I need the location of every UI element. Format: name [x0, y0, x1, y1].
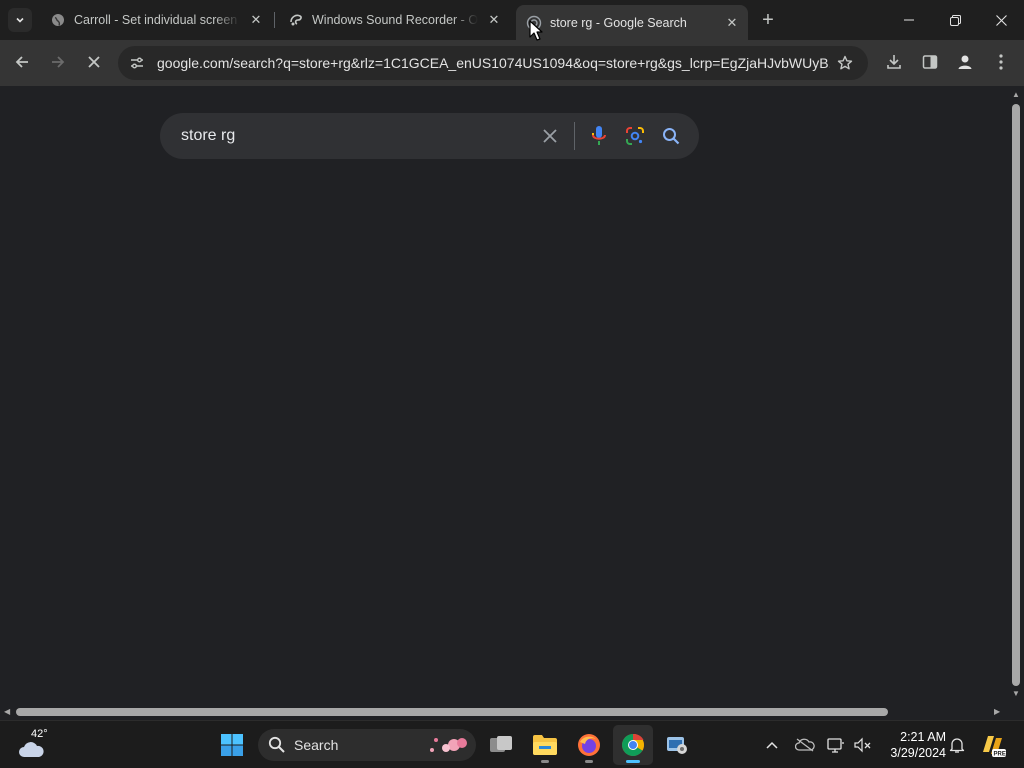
clock-time: 2:21 AM: [900, 730, 946, 744]
mouse-cursor-icon: [529, 20, 543, 41]
browser-toolbar: google.com/search?q=store+rg&rlz=1C1GCEA…: [0, 40, 1024, 86]
running-indicator: [585, 760, 593, 763]
file-explorer-icon[interactable]: [525, 725, 565, 765]
windows-start-icon[interactable]: [212, 725, 252, 765]
microphone-icon[interactable]: [581, 118, 617, 154]
profile-icon[interactable]: [950, 47, 980, 77]
taskbar-search-label: Search: [294, 737, 339, 753]
download-icon[interactable]: [879, 47, 909, 77]
close-icon[interactable]: ✕: [484, 10, 504, 30]
chevron-up-icon[interactable]: [760, 733, 784, 757]
tab-strip: Carroll - Set individual screen re ✕ Win…: [0, 0, 1024, 40]
plus-icon[interactable]: +: [756, 9, 780, 31]
horizontal-scrollbar[interactable]: ◀ ▶: [0, 704, 1008, 720]
horizontal-scroll-thumb[interactable]: [16, 708, 888, 716]
running-indicator: [541, 760, 549, 763]
tab-sound-recorder[interactable]: Windows Sound Recorder - Offi ✕: [278, 5, 510, 35]
search-magnifier-icon[interactable]: [653, 118, 689, 154]
bookmark-star-icon[interactable]: [830, 48, 860, 78]
weather-temperature: 42°: [31, 728, 48, 740]
more-menu-icon[interactable]: [986, 47, 1016, 77]
stop-loading-icon[interactable]: [79, 47, 109, 77]
svg-text:PRE: PRE: [994, 752, 1006, 758]
display-icon[interactable]: [824, 733, 848, 757]
page-content: store rg: [0, 86, 1008, 704]
speaker-muted-icon[interactable]: [851, 733, 875, 757]
taskbar-search[interactable]: Search: [258, 729, 476, 761]
tab-search-icon[interactable]: [8, 8, 32, 32]
active-indicator: [626, 760, 640, 763]
globe-icon: [50, 12, 66, 28]
control-panel-icon[interactable]: [657, 725, 697, 765]
tab-title: Carroll - Set individual screen re: [74, 13, 240, 27]
address-url[interactable]: google.com/search?q=store+rg&rlz=1C1GCEA…: [152, 55, 830, 71]
site-info-icon[interactable]: [122, 48, 152, 78]
onedrive-icon[interactable]: [793, 733, 817, 757]
minimize-icon[interactable]: [886, 0, 932, 40]
tab-title: store rg - Google Search: [550, 15, 687, 30]
search-icon: [268, 736, 285, 753]
tab-title: Windows Sound Recorder - Offi: [312, 13, 478, 27]
weather-cloud-icon: [19, 742, 44, 757]
search-divider: [574, 122, 575, 150]
copilot-icon[interactable]: PRE: [978, 733, 1008, 758]
google-lens-icon[interactable]: [617, 118, 653, 154]
bell-icon[interactable]: [945, 733, 969, 757]
scroll-right-arrow-icon[interactable]: ▶: [994, 708, 1000, 716]
taskbar: 42° Search 2:21 AM 3/29/2024 PRE: [0, 720, 1024, 768]
tab-google-search[interactable]: store rg - Google Search ✕: [516, 5, 748, 40]
restore-icon[interactable]: [932, 0, 978, 40]
search-box[interactable]: store rg: [160, 113, 699, 159]
tab-separator: [274, 12, 275, 28]
tab-carroll[interactable]: Carroll - Set individual screen re ✕: [40, 5, 272, 35]
clear-icon[interactable]: [532, 118, 568, 154]
scroll-up-arrow-icon[interactable]: ▲: [1012, 91, 1020, 99]
search-input[interactable]: store rg: [160, 127, 532, 145]
search-highlight-icon: [430, 738, 467, 752]
forward-arrow-icon[interactable]: [43, 47, 73, 77]
vertical-scroll-thumb[interactable]: [1012, 104, 1020, 686]
clock-date: 3/29/2024: [890, 746, 946, 760]
firefox-icon[interactable]: [569, 725, 609, 765]
chrome-icon[interactable]: [613, 725, 653, 765]
scroll-down-arrow-icon[interactable]: ▼: [1012, 690, 1020, 698]
back-arrow-icon[interactable]: [7, 47, 37, 77]
side-panel-icon[interactable]: [915, 47, 945, 77]
weather-widget[interactable]: 42°: [14, 727, 54, 763]
sound-recorder-icon: [288, 12, 304, 28]
close-icon[interactable]: ✕: [246, 10, 266, 30]
scrollbar-corner: [1008, 704, 1024, 720]
scroll-left-arrow-icon[interactable]: ◀: [4, 708, 10, 716]
close-icon[interactable]: [978, 0, 1024, 40]
close-icon[interactable]: ✕: [722, 13, 742, 33]
address-bar[interactable]: google.com/search?q=store+rg&rlz=1C1GCEA…: [118, 46, 868, 80]
taskbar-clock[interactable]: 2:21 AM 3/29/2024: [880, 729, 946, 761]
vertical-scrollbar[interactable]: ▲ ▼: [1008, 86, 1024, 704]
task-view-icon[interactable]: [481, 725, 521, 765]
